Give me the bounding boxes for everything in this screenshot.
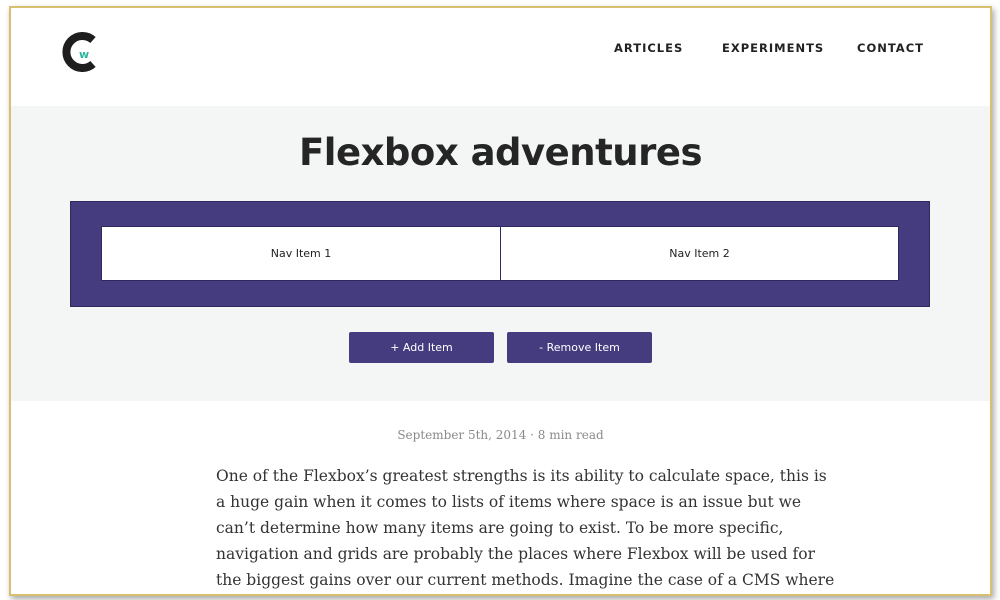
article-body: One of the Flexbox’s greatest strengths … bbox=[216, 463, 835, 593]
article-line: navigation and grids are probably the pl… bbox=[216, 545, 816, 563]
nav-articles[interactable]: ARTICLES bbox=[614, 41, 683, 55]
article-line: the biggest gains over our current metho… bbox=[216, 571, 835, 589]
nav-contact[interactable]: CONTACT bbox=[857, 41, 924, 55]
flexbox-demo-container: Nav Item 1 Nav Item 2 bbox=[70, 201, 930, 307]
article-line: One of the Flexbox’s greatest strengths … bbox=[216, 467, 827, 485]
hero-section: Flexbox adventures Nav Item 1 Nav Item 2… bbox=[11, 106, 990, 401]
article-line: a huge gain when it comes to lists of it… bbox=[216, 493, 802, 511]
site-header: w ARTICLES EXPERIMENTS CONTACT bbox=[11, 8, 990, 106]
demo-nav-item-1[interactable]: Nav Item 1 bbox=[101, 226, 501, 281]
demo-nav-item-2[interactable]: Nav Item 2 bbox=[500, 226, 899, 281]
main-nav: ARTICLES EXPERIMENTS CONTACT bbox=[11, 41, 990, 61]
nav-experiments[interactable]: EXPERIMENTS bbox=[722, 41, 824, 55]
article-meta: September 5th, 2014 · 8 min read bbox=[397, 428, 604, 442]
remove-item-button[interactable]: - Remove Item bbox=[507, 332, 652, 363]
browser-page: w ARTICLES EXPERIMENTS CONTACT Flexbox a… bbox=[9, 6, 992, 596]
article-line: can’t determine how many items are going… bbox=[216, 519, 784, 537]
page-title: Flexbox adventures bbox=[299, 131, 702, 174]
add-item-button[interactable]: + Add Item bbox=[349, 332, 494, 363]
